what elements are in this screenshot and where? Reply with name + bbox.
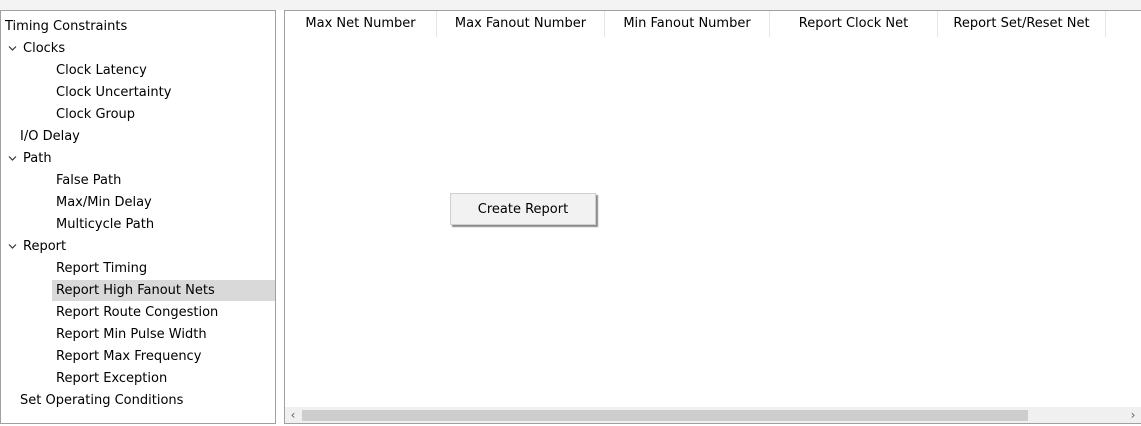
- tree-item-label: Report Min Pulse Width: [56, 327, 207, 342]
- tree-item[interactable]: Report Timing: [1, 258, 275, 279]
- column-header[interactable]: Report Set/Reset Net: [938, 11, 1106, 37]
- tree-item-label: Clock Latency: [56, 63, 147, 78]
- tree-item-label: Max/Min Delay: [56, 195, 152, 210]
- scroll-right-icon[interactable]: ›: [1125, 407, 1141, 423]
- tree-item-label: Report High Fanout Nets: [56, 283, 215, 298]
- column-header[interactable]: Max Net Number: [285, 11, 437, 37]
- tree-item-label: Clock Group: [56, 107, 136, 122]
- report-table[interactable]: Max Net Number Max Fanout Number Min Fanou…: [284, 10, 1141, 424]
- column-header[interactable]: Report Clock Net: [770, 11, 938, 37]
- window-top-strip: [0, 0, 1141, 10]
- tree-item-label: Path: [23, 151, 52, 166]
- tree-item[interactable]: Timing Constraints: [1, 16, 275, 37]
- tree-item[interactable]: Clock Group: [1, 104, 275, 125]
- tree-item[interactable]: Report Min Pulse Width: [1, 324, 275, 345]
- tree-item[interactable]: Multicycle Path: [1, 214, 275, 235]
- tree-item-label: Multicycle Path: [56, 217, 155, 232]
- chevron-down-icon[interactable]: [8, 154, 17, 163]
- tree-item[interactable]: Report High Fanout Nets: [52, 280, 275, 301]
- tree-item-label: Clock Uncertainty: [56, 85, 172, 100]
- tree-item[interactable]: Report Max Frequency: [1, 346, 275, 367]
- tree-item[interactable]: Report Route Congestion: [1, 302, 275, 323]
- tree-item-label: Report Timing: [56, 261, 148, 276]
- horizontal-scrollbar[interactable]: ‹ ›: [285, 407, 1141, 423]
- tree-item[interactable]: Report: [1, 236, 275, 257]
- chevron-down-icon[interactable]: [8, 242, 17, 251]
- tree-item-label: Report Exception: [56, 371, 168, 386]
- tree-item[interactable]: Set Operating Conditions: [1, 390, 275, 411]
- column-header[interactable]: Max Fanout Number: [437, 11, 605, 37]
- scroll-left-icon[interactable]: ‹: [285, 407, 301, 423]
- column-header[interactable]: Min Fanout Number: [605, 11, 770, 37]
- tree-item[interactable]: Max/Min Delay: [1, 192, 275, 213]
- tree-item[interactable]: False Path: [1, 170, 275, 191]
- create-report-button[interactable]: Create Report: [450, 193, 596, 225]
- tree-item[interactable]: Path: [1, 148, 275, 169]
- tree-item-label: False Path: [56, 173, 122, 188]
- tree-item-label: Report: [23, 239, 67, 254]
- tree-item[interactable]: Clock Latency: [1, 60, 275, 81]
- tree-item-label: Report Max Frequency: [56, 349, 202, 364]
- constraints-tree[interactable]: Timing Constraints Clocks Clock Latency Clo…: [0, 10, 276, 424]
- tree-item-label: Report Route Congestion: [56, 305, 219, 320]
- chevron-down-icon[interactable]: [8, 44, 17, 53]
- tree-item[interactable]: Report Exception: [1, 368, 275, 389]
- tree-item[interactable]: Clock Uncertainty: [1, 82, 275, 103]
- tree-item-label: Clocks: [23, 41, 66, 56]
- scrollbar-thumb[interactable]: [302, 410, 1028, 421]
- tree-item[interactable]: I/O Delay: [1, 126, 275, 147]
- tree-item-label: Timing Constraints: [5, 19, 128, 34]
- tree-item[interactable]: Clocks: [1, 38, 275, 59]
- tree-item-label: I/O Delay: [20, 129, 80, 144]
- table-header: Max Net Number Max Fanout Number Min Fanou…: [285, 11, 1141, 37]
- tree-item-label: Set Operating Conditions: [20, 393, 184, 408]
